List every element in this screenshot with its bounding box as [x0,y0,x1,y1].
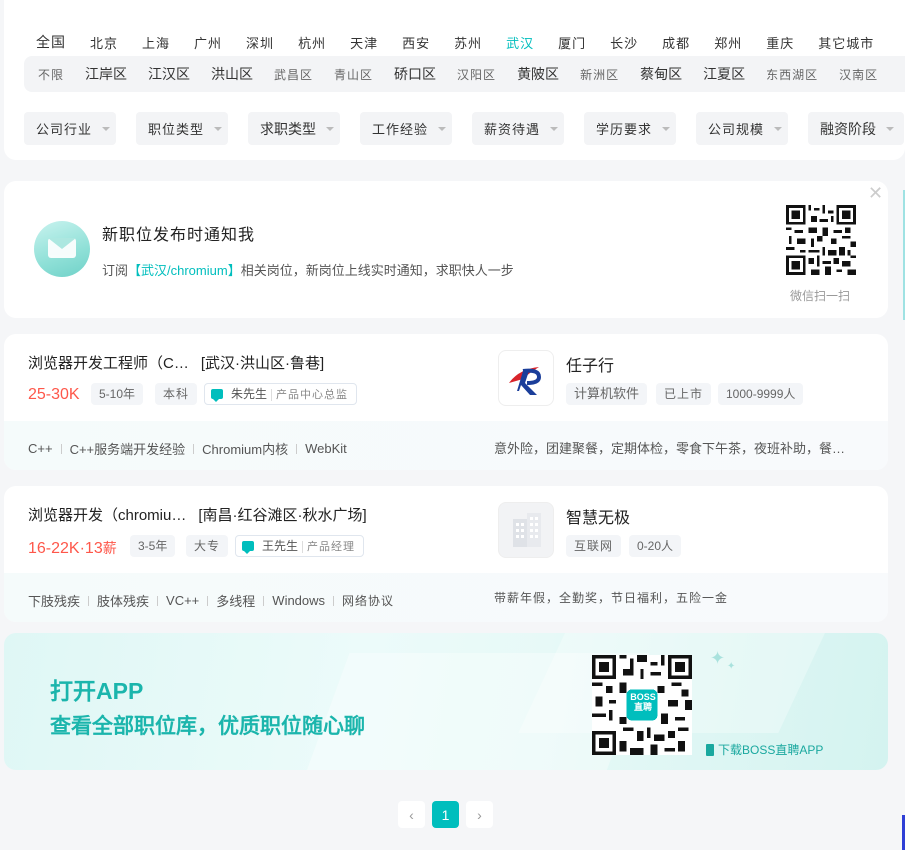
dropdown-filter-row: 公司行业 职位类型 求职类型 工作经验 薪资待遇 学历要求 公司规模 融资阶段 [24,112,904,146]
district-item[interactable]: 江岸区 [85,64,127,84]
chevron-down-icon [550,126,559,131]
city-item[interactable]: 重庆 [766,33,794,52]
city-item[interactable]: 广州 [194,33,222,52]
welfare-text: 带薪年假，全勤奖，节日福利，五险一金 [494,591,729,605]
district-item[interactable]: 黄陂区 [517,64,559,84]
subscribe-card [4,181,888,318]
filter-funding-dropdown[interactable]: 融资阶段 [808,112,904,145]
district-item[interactable]: 硚口区 [394,64,436,84]
experience-tag: 5-10年 [91,383,144,405]
chevron-down-icon [102,126,111,131]
city-item[interactable]: 天津 [350,33,378,52]
company-name[interactable]: 智慧无极 [566,504,630,528]
district-item[interactable]: 江夏区 [703,64,745,84]
job-salary: 16-22K·13薪 [28,540,117,557]
app-banner-subtitle: 查看全部职位库，优质职位随心聊 [50,715,365,738]
boss-chat-tag[interactable]: 朱先生 产品中心总监 [204,383,358,405]
district-item[interactable]: 蔡甸区 [640,64,682,84]
city-item[interactable]: 成都 [662,33,690,52]
chevron-down-icon [886,126,894,131]
district-item[interactable]: 武昌区 [274,66,313,83]
chevron-down-icon [774,126,783,131]
filter-industry-dropdown[interactable]: 公司行业 [24,112,116,145]
mail-icon [34,221,90,277]
city-item[interactable]: 其它城市 [818,33,874,52]
filter-position-type-dropdown[interactable]: 职位类型 [136,112,228,145]
district-item[interactable]: 青山区 [334,66,373,83]
city-item[interactable]: 苏州 [454,33,482,52]
subscribe-keyword[interactable]: 【武汉/chromium】 [128,263,241,278]
company-industry-tag: 计算机软件 [566,383,648,405]
company-industry-tag: 互联网 [566,535,622,557]
job-salary: 25-30K [28,386,80,403]
district-item[interactable]: 汉阳区 [457,66,496,83]
building-icon [513,513,541,547]
subscribe-title: 新职位发布时通知我 [102,227,256,244]
city-filter-row: 全国 北京 上海 广州 深圳 杭州 天津 西安 苏州 武汉 厦门 长沙 成都 郑… [36,26,898,58]
download-app-link[interactable]: 下载BOSS直聘APP [706,741,823,758]
sparkle-icon: ✦ [710,648,726,668]
welfare-text: 意外险，团建聚餐，定期体检，零食下午茶，夜班补助，餐… [494,441,846,456]
job-title[interactable]: 浏览器开发（chromiu… [南昌·红谷滩区·秋水广场] [28,504,367,525]
company-size-tag: 0-20人 [629,535,682,557]
qr-boss-badge: BOSS直聘 [630,692,656,712]
qr-scan-label: 微信扫一扫 [790,289,851,303]
app-banner-title: 打开APP [50,678,144,704]
company-logo[interactable] [498,350,554,406]
next-page-button[interactable]: › [466,801,493,828]
company-logo[interactable] [498,502,554,558]
renzixing-logo-icon [509,367,542,395]
phone-icon [706,744,714,756]
city-item[interactable]: 长沙 [610,33,638,52]
filter-salary-dropdown[interactable]: 薪资待遇 [472,112,564,145]
district-filter-row: 不限 江岸区 江汉区 洪山区 武昌区 青山区 硚口区 汉阳区 黄陂区 新洲区 蔡… [24,56,905,92]
filter-experience-dropdown[interactable]: 工作经验 [360,112,452,145]
filter-job-type-dropdown[interactable]: 求职类型 [248,112,340,145]
filter-company-size-dropdown[interactable]: 公司规模 [696,112,788,145]
sparkle-icon: ✦ [727,661,736,672]
city-item[interactable]: 郑州 [714,33,742,52]
skill-tags: C++ C++服务端开发经验 Chromium内核 WebKit [28,441,347,457]
wechat-qr-code [786,205,856,275]
city-item[interactable]: 深圳 [246,33,274,52]
district-item[interactable]: 江汉区 [148,64,190,84]
chevron-down-icon [438,126,447,131]
chevron-down-icon [214,126,223,131]
district-item[interactable]: 不限 [38,66,64,83]
city-item[interactable]: 西安 [402,33,430,52]
city-item-active[interactable]: 武汉 [506,33,534,52]
skill-tags: 下肢残疾 肢体残疾 VC++ 多线程 Windows 网络协议 [28,593,395,609]
district-item[interactable]: 新洲区 [580,66,619,83]
chevron-down-icon [326,126,334,131]
subscribe-description: 订阅【武汉/chromium】相关岗位，新岗位上线实时通知，求职快人一步 [102,263,514,278]
education-tag: 大专 [186,535,229,557]
experience-tag: 3-5年 [130,535,176,557]
city-item[interactable]: 杭州 [298,33,326,52]
close-icon[interactable]: ✕ [868,184,883,202]
filter-education-dropdown[interactable]: 学历要求 [584,112,676,145]
city-item[interactable]: 全国 [36,32,66,52]
education-tag: 本科 [155,383,198,405]
city-item[interactable]: 厦门 [558,33,586,52]
chat-icon [211,389,223,402]
city-item[interactable]: 上海 [142,33,170,52]
boss-chat-tag[interactable]: 王先生 产品经理 [235,535,365,557]
district-item[interactable]: 汉南区 [839,66,878,83]
district-item[interactable]: 东西湖区 [766,66,818,83]
page-button-current[interactable]: 1 [432,801,459,828]
chevron-down-icon [662,126,671,131]
job-location: [武汉·洪山区·鲁巷] [200,355,325,372]
company-name[interactable]: 任子行 [566,352,614,376]
job-title[interactable]: 浏览器开发工程师（C… [武汉·洪山区·鲁巷] [28,352,324,373]
job-location: [南昌·红谷滩区·秋水广场] [198,507,367,524]
prev-page-button[interactable]: ‹ [398,801,425,828]
company-stage-tag: 已上市 [656,383,712,405]
city-item[interactable]: 北京 [90,33,118,52]
company-size-tag: 1000-9999人 [718,383,804,405]
district-item[interactable]: 洪山区 [211,64,253,84]
chat-icon [242,541,254,554]
